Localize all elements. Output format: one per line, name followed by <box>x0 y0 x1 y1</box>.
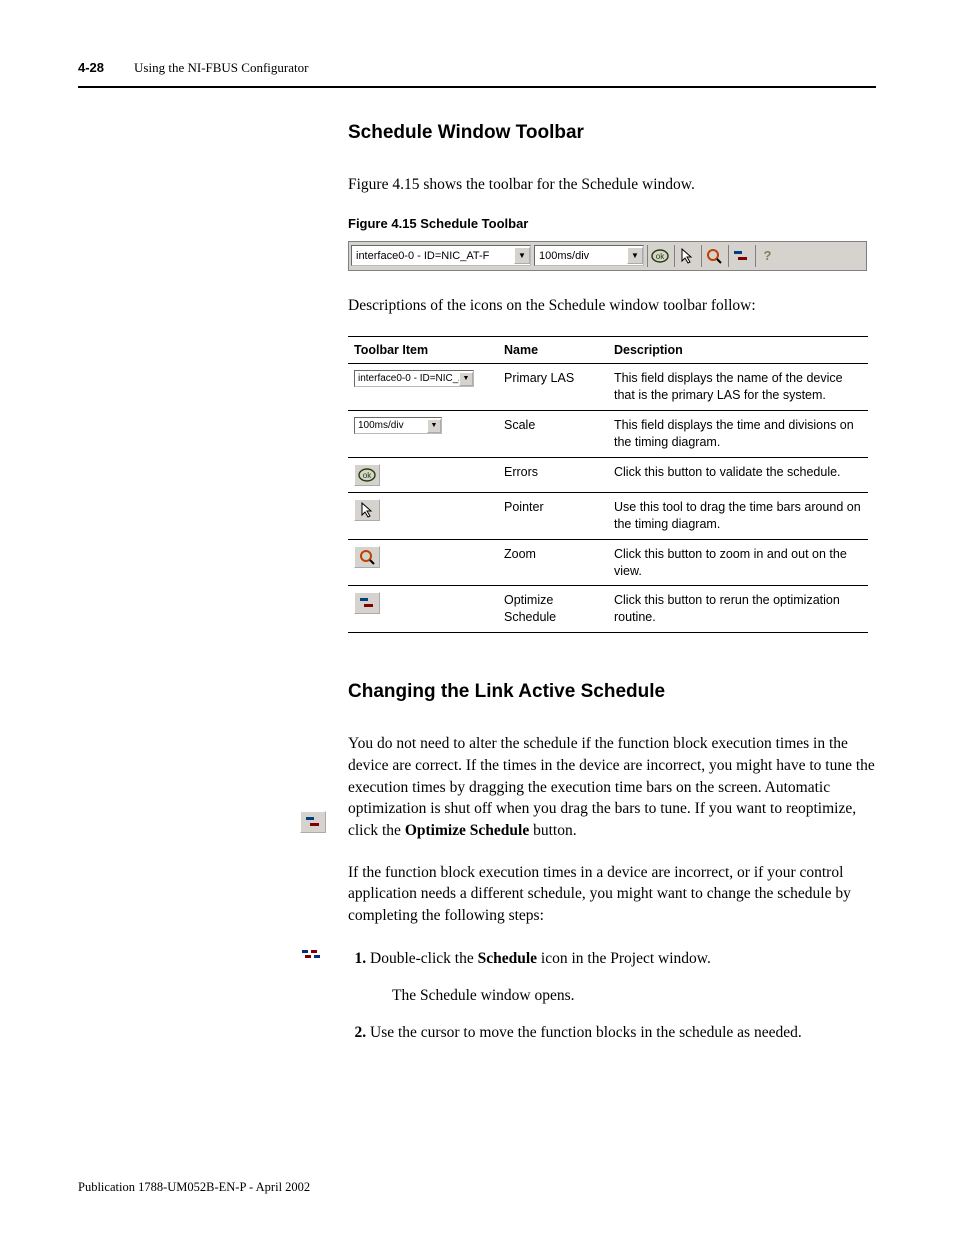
step-1: Double-click the Schedule icon in the Pr… <box>370 947 876 1008</box>
table-cell-name: Scale <box>498 411 608 458</box>
para1-bold: Optimize Schedule <box>405 822 529 839</box>
ok-icon: ok <box>651 249 669 263</box>
table-header-name: Name <box>498 337 608 364</box>
table-row: 100ms/div ▼ Scale This field displays th… <box>348 411 868 458</box>
pointer-cell-button <box>354 499 380 521</box>
svg-text:ok: ok <box>655 252 664 261</box>
table-row: Pointer Use this tool to drag the time b… <box>348 492 868 539</box>
zoom-icon <box>359 549 375 565</box>
page-header: 4-28 Using the NI-FBUS Configurator <box>78 60 876 76</box>
step1-text-a: Double-click the <box>370 950 478 967</box>
primary-las-cell-value: interface0-0 - ID=NIC_AT-F <box>355 372 459 386</box>
margin-optimize-icon <box>300 811 326 833</box>
optimize-button[interactable] <box>728 245 752 267</box>
table-cell-desc: Use this tool to drag the time bars arou… <box>608 492 868 539</box>
table-header-desc: Description <box>608 337 868 364</box>
table-row: interface0-0 - ID=NIC_AT-F ▼ Primary LAS… <box>348 364 868 411</box>
table-header-item: Toolbar Item <box>348 337 498 364</box>
table-cell-desc: Click this button to zoom in and out on … <box>608 539 868 586</box>
table-cell-name: Optimize Schedule <box>498 586 608 633</box>
table-cell-desc: This field displays the time and divisio… <box>608 411 868 458</box>
section-title-schedule-toolbar: Schedule Window Toolbar <box>348 122 876 144</box>
table-cell-desc: This field displays the name of the devi… <box>608 364 868 411</box>
zoom-cell-button <box>354 546 380 568</box>
table-cell-name: Errors <box>498 457 608 492</box>
optimize-icon <box>733 249 749 263</box>
scale-value: 100ms/div <box>535 250 627 262</box>
pointer-icon <box>680 248 694 264</box>
chevron-down-icon[interactable]: ▼ <box>627 247 643 264</box>
steps-list: Double-click the Schedule icon in the Pr… <box>348 947 876 1045</box>
optimize-icon <box>359 596 375 610</box>
table-row: Zoom Click this button to zoom in and ou… <box>348 539 868 586</box>
optimize-cell-button <box>354 592 380 614</box>
zoom-button[interactable] <box>701 245 725 267</box>
table-cell-desc: Click this button to validate the schedu… <box>608 457 868 492</box>
page-number: 4-28 <box>78 60 104 75</box>
section-title-changing-schedule: Changing the Link Active Schedule <box>348 681 876 703</box>
chevron-down-icon: ▼ <box>427 419 441 433</box>
zoom-icon <box>706 248 722 264</box>
chevron-down-icon: ▼ <box>459 372 473 386</box>
table-row: Optimize Schedule Click this button to r… <box>348 586 868 633</box>
errors-button[interactable]: ok <box>647 245 671 267</box>
step1-text-b: icon in the Project window. <box>537 950 711 967</box>
table-cell-desc: Click this button to rerun the optimizat… <box>608 586 868 633</box>
step1-bold: Schedule <box>478 950 537 967</box>
changing-schedule-para2: If the function block execution times in… <box>348 862 876 927</box>
ok-icon: ok <box>358 468 376 482</box>
chevron-down-icon[interactable]: ▼ <box>514 247 530 264</box>
header-rule <box>78 86 876 88</box>
svg-text:ok: ok <box>363 471 372 480</box>
scale-cell-combo: 100ms/div ▼ <box>354 417 442 434</box>
table-cell-name: Pointer <box>498 492 608 539</box>
changing-schedule-para1: You do not need to alter the schedule if… <box>348 733 876 841</box>
figure-caption: Figure 4.15 Schedule Toolbar <box>348 216 876 231</box>
intro-paragraph: Figure 4.15 shows the toolbar for the Sc… <box>348 174 876 196</box>
scale-cell-value: 100ms/div <box>355 419 427 433</box>
table-cell-name: Zoom <box>498 539 608 586</box>
optimize-icon <box>305 815 321 829</box>
margin-schedule-icon <box>302 947 320 966</box>
table-cell-name: Primary LAS <box>498 364 608 411</box>
primary-las-cell-combo: interface0-0 - ID=NIC_AT-F ▼ <box>354 370 474 387</box>
errors-cell-button: ok <box>354 464 380 486</box>
publication-line: Publication 1788-UM052B-EN-P - April 200… <box>78 1180 310 1195</box>
primary-las-combo[interactable]: interface0-0 - ID=NIC_AT-F ▼ <box>351 245 531 266</box>
step-2: Use the cursor to move the function bloc… <box>370 1021 876 1044</box>
help-icon: ? <box>764 248 772 263</box>
scale-combo[interactable]: 100ms/div ▼ <box>534 245 644 266</box>
table-row: ok Errors Click this button to validate … <box>348 457 868 492</box>
para1-text-b: button. <box>529 822 576 839</box>
running-head: Using the NI-FBUS Configurator <box>134 60 308 76</box>
pointer-button[interactable] <box>674 245 698 267</box>
pointer-icon <box>360 502 374 518</box>
step1-sub: The Schedule window opens. <box>392 984 876 1007</box>
toolbar-description-table: Toolbar Item Name Description interface0… <box>348 336 868 633</box>
help-button[interactable]: ? <box>755 245 779 267</box>
primary-las-value: interface0-0 - ID=NIC_AT-F <box>352 250 514 262</box>
figure-schedule-toolbar: interface0-0 - ID=NIC_AT-F ▼ 100ms/div ▼… <box>348 241 867 271</box>
after-figure-paragraph: Descriptions of the icons on the Schedul… <box>348 295 876 317</box>
